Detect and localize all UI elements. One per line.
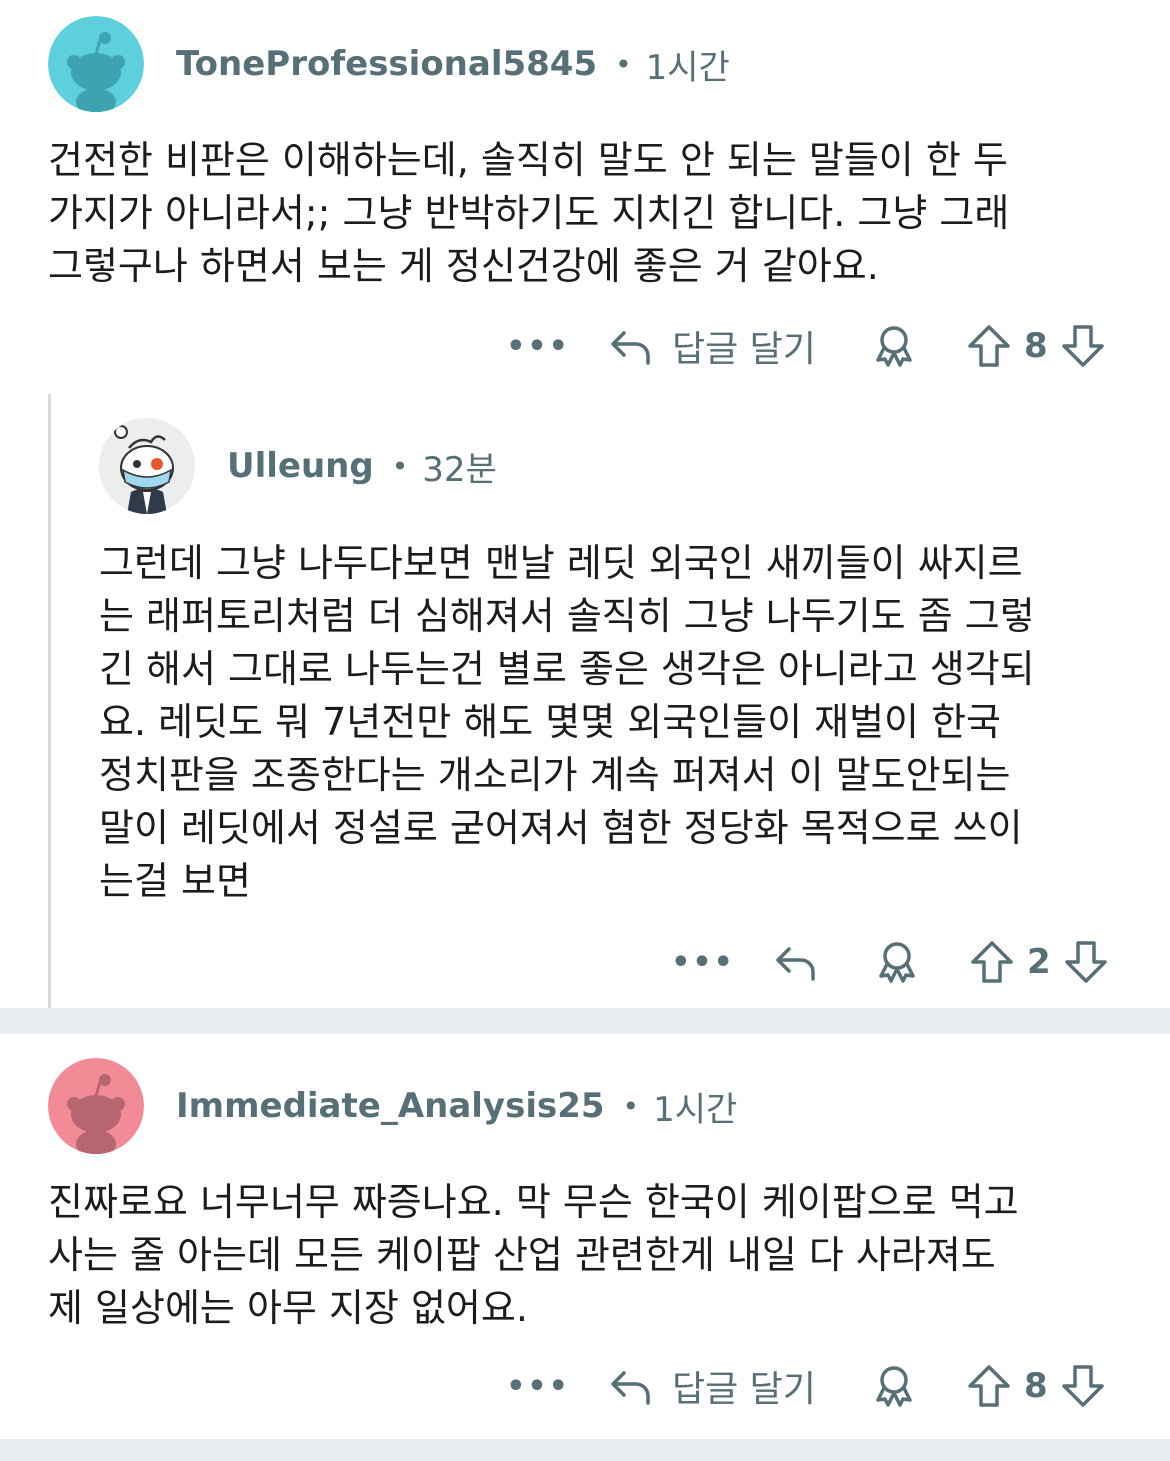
- comment-text-line: 제 일상에는 아무 지장 없어요.: [48, 1286, 528, 1330]
- reply-arrow-icon: [611, 331, 650, 365]
- downvote-icon: [1061, 1365, 1104, 1407]
- avatar[interactable]: [48, 1058, 144, 1154]
- meta-separator: •: [622, 1089, 640, 1123]
- vote-score: 8: [1023, 326, 1048, 366]
- comment-body: 건전한 비판은 이해하는데, 솔직히 말도 안 되는 말들이 한 두 가지가 아…: [48, 134, 1009, 293]
- upvote-button[interactable]: [969, 939, 1015, 985]
- more-options-button[interactable]: •••: [506, 329, 568, 364]
- reply-button[interactable]: [773, 939, 837, 985]
- upvote-icon: [971, 941, 1013, 983]
- timestamp: 1시간: [645, 47, 730, 88]
- award-icon: [879, 942, 915, 983]
- comment-text-line: 건전한 비판은 이해하는데, 솔직히 말도 안 되는 말들이 한 두: [48, 138, 1008, 182]
- more-options-button[interactable]: •••: [671, 945, 733, 980]
- comment-text-line: 는 래퍼토리처럼 더 심해져서 솔직히 그냥 나두기도 좀 그렇: [99, 594, 1035, 638]
- more-icon: •••: [671, 944, 735, 980]
- username[interactable]: ToneProfessional5845: [176, 44, 597, 84]
- upvote-icon: [968, 325, 1010, 367]
- downvote-button[interactable]: [1060, 1363, 1106, 1409]
- meta-separator: •: [391, 449, 409, 483]
- comment-actions: ••• 답글 달기 8: [506, 316, 1106, 376]
- comment-separator: [0, 1439, 1170, 1461]
- comment-text-line: 정치판을 조종한다는 개소리가 계속 퍼져서 이 말도안되는: [99, 753, 1011, 797]
- comment-actions: ••• 답글 달기 8: [506, 1356, 1106, 1416]
- comment-text-line: 긴 해서 그대로 나두는건 별로 좋은 생각은 아니라고 생각되: [99, 647, 1035, 691]
- upvote-icon: [968, 1365, 1010, 1407]
- downvote-button[interactable]: [1060, 323, 1106, 369]
- username[interactable]: Ulleung: [227, 446, 374, 486]
- comment-header: ToneProfessional5845 • 1시간: [48, 16, 730, 112]
- comment-text-line: 요. 레딧도 뭐 7년전만 해도 몇몇 외국인들이 재벌이 한국: [99, 700, 1002, 744]
- snoo-avatar-icon: [48, 16, 144, 112]
- comment-text-line: 가지가 아니라서;; 그냥 반박하기도 지치긴 합니다. 그냥 그래: [48, 191, 1010, 235]
- comment-separator: [0, 1008, 1170, 1034]
- comment-text-line: 사는 줄 아는데 모든 케이팝 산업 관련한게 내일 다 사라져도: [48, 1233, 996, 1277]
- vote-score: 2: [1027, 942, 1051, 982]
- username[interactable]: Immediate_Analysis25: [176, 1086, 605, 1126]
- upvote-button[interactable]: [966, 323, 1012, 369]
- reply-actions: ••• 2: [671, 932, 1109, 992]
- avatar[interactable]: [48, 16, 144, 112]
- meta-separator: •: [615, 47, 632, 81]
- comment-meta: ToneProfessional5845 • 1시간: [176, 40, 730, 89]
- award-button[interactable]: [873, 938, 921, 986]
- award-button[interactable]: [870, 1362, 918, 1410]
- comment-thread: ToneProfessional5845 • 1시간 건전한 비판은 이해하는데…: [0, 0, 1170, 1008]
- timestamp: 1시간: [653, 1089, 738, 1130]
- vote-score: 8: [1023, 1366, 1048, 1406]
- comment-body: 진짜로요 너무너무 짜증나요. 막 무슨 한국이 케이팝으로 먹고 사는 줄 아…: [48, 1176, 1019, 1335]
- reply-label: 답글 달기: [672, 1369, 816, 1410]
- downvote-icon: [1061, 325, 1104, 367]
- avatar[interactable]: [99, 418, 195, 514]
- comment-text-line: 그런데 그냥 나두다보면 맨날 레딧 외국인 새끼들이 싸지르: [99, 541, 1023, 585]
- reply-header: Ulleung • 32분: [99, 418, 497, 514]
- comment-text-line: 는걸 보면: [99, 859, 251, 903]
- timestamp: 32분: [422, 449, 497, 490]
- reply-button[interactable]: 답글 달기: [608, 1360, 816, 1412]
- upvote-button[interactable]: [966, 1363, 1012, 1409]
- more-icon: •••: [506, 1368, 570, 1404]
- reply-arrow-icon: [611, 1371, 650, 1405]
- award-icon: [876, 1366, 912, 1407]
- more-icon: •••: [506, 328, 570, 364]
- award-icon: [876, 326, 912, 367]
- more-options-button[interactable]: •••: [506, 1369, 568, 1404]
- thread-line[interactable]: [48, 394, 51, 1008]
- comment-thread: Immediate_Analysis25 • 1시간 진짜로요 너무너무 짜증나…: [0, 1034, 1170, 1439]
- comment-header: Immediate_Analysis25 • 1시간: [48, 1058, 737, 1154]
- comment-meta: Immediate_Analysis25 • 1시간: [176, 1082, 737, 1131]
- reply-label: 답글 달기: [672, 329, 816, 370]
- snoo-avatar-icon: [99, 418, 195, 514]
- downvote-icon: [1064, 941, 1107, 983]
- comment-meta: Ulleung • 32분: [227, 442, 497, 491]
- comment-text-line: 말이 레딧에서 정설로 굳어져서 혐한 정당화 목적으로 쓰이: [99, 806, 1023, 850]
- snoo-avatar-icon: [48, 1058, 144, 1154]
- reply-button[interactable]: 답글 달기: [608, 320, 816, 372]
- comment-text-line: 진짜로요 너무너무 짜증나요. 막 무슨 한국이 케이팝으로 먹고: [48, 1180, 1019, 1224]
- comment-text-line: 그렇구나 하면서 보는 게 정신건강에 좋은 거 같아요.: [48, 244, 879, 288]
- reply-body: 그런데 그냥 나두다보면 맨날 레딧 외국인 새끼들이 싸지르 는 래퍼토리처럼…: [99, 537, 1035, 908]
- reply-arrow-icon: [776, 947, 815, 981]
- award-button[interactable]: [870, 322, 918, 370]
- downvote-button[interactable]: [1063, 939, 1109, 985]
